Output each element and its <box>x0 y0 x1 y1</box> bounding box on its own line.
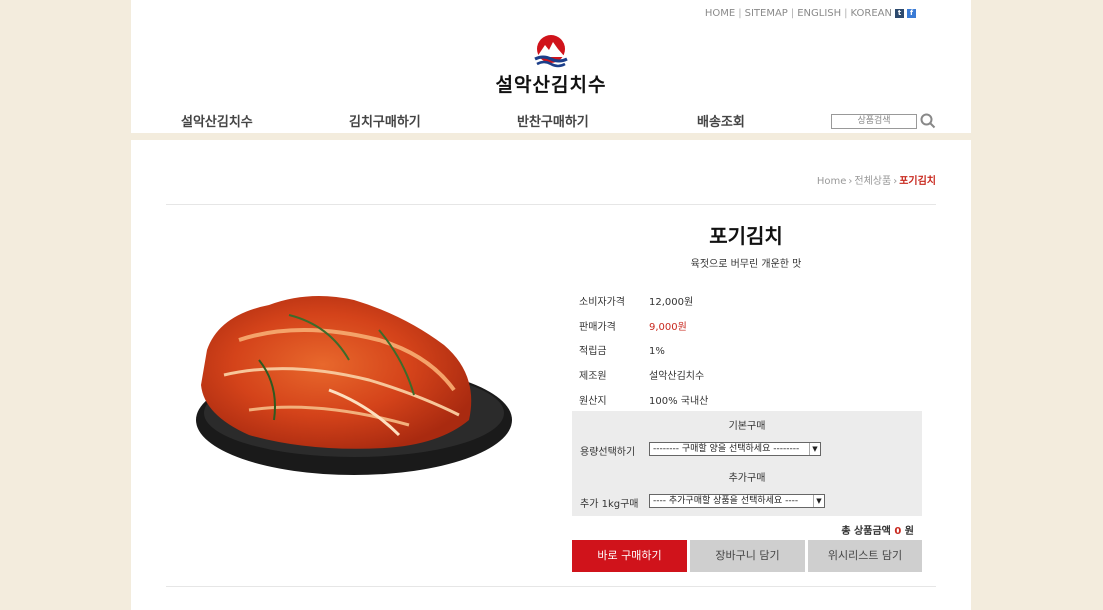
logo-mountain-icon <box>534 35 568 68</box>
nav-item-brand[interactable]: 설악산김치수 <box>181 111 253 130</box>
quantity-select-value: -------- 구매할 양을 선택하세요 -------- <box>653 444 800 454</box>
logo-text: 설악산김치수 <box>495 74 607 96</box>
points-row: 적립금 1% <box>579 342 665 357</box>
divider <box>166 586 936 587</box>
breadcrumb-category[interactable]: 전체상품 <box>854 176 891 187</box>
extra-purchase-label: 추가 1kg구매 <box>580 499 639 510</box>
total-unit: 원 <box>904 526 914 537</box>
row-value: 12,000원 <box>649 297 694 308</box>
chevron-down-icon: ▼ <box>813 495 824 507</box>
sitemap-link[interactable]: SITEMAP <box>745 8 788 19</box>
logo[interactable]: 설악산김치수 <box>491 33 611 96</box>
extra-purchase-heading: 추가구매 <box>728 473 766 484</box>
row-value: 1% <box>649 346 665 357</box>
divider <box>166 204 936 205</box>
row-label: 소비자가격 <box>579 297 625 308</box>
row-label: 원산지 <box>579 396 607 407</box>
nav-item-sidedish[interactable]: 반찬구매하기 <box>517 111 589 130</box>
search-input[interactable]: 상품검색 <box>831 114 917 129</box>
home-link[interactable]: HOME <box>705 8 735 19</box>
row-value: 설악산김치수 <box>649 371 705 382</box>
facebook-icon[interactable]: f <box>907 9 916 18</box>
product-title: 포기김치 <box>709 224 783 248</box>
row-label: 적립금 <box>579 346 607 357</box>
product-image <box>179 220 524 525</box>
korean-link[interactable]: KOREAN <box>851 8 892 19</box>
search-icon[interactable] <box>920 113 936 129</box>
top-links: HOME | SITEMAP | ENGLISH | KOREAN t f <box>705 8 916 19</box>
row-label: 판매가격 <box>579 322 616 333</box>
breadcrumb-current: 포기김치 <box>899 176 936 187</box>
english-link[interactable]: ENGLISH <box>797 8 841 19</box>
total-value: 0 <box>894 526 902 537</box>
row-value: 9,000원 <box>649 322 687 333</box>
page: HOME | SITEMAP | ENGLISH | KOREAN t f 설악산김치… <box>131 0 971 610</box>
basic-purchase-label: 용량선택하기 <box>580 447 636 458</box>
sale-price-row: 판매가격 9,000원 <box>579 318 687 333</box>
row-value: 100% 국내산 <box>649 396 709 407</box>
chevron-down-icon: ▼ <box>809 443 820 455</box>
quantity-select[interactable]: -------- 구매할 양을 선택하세요 -------- ▼ <box>649 442 821 456</box>
buy-now-button[interactable]: 바로 구매하기 <box>572 540 687 572</box>
nav-divider <box>131 133 971 140</box>
product-subtitle: 육젓으로 버무린 개운한 맛 <box>690 259 802 270</box>
tistory-icon[interactable]: t <box>895 9 904 18</box>
price-row: 소비자가격 12,000원 <box>579 293 693 308</box>
chevron-right-icon: › <box>893 176 898 187</box>
extra-select-value: ---- 추가구매할 상품을 선택하세요 ---- <box>653 496 799 506</box>
breadcrumb: Home › 전체상품 › 포기김치 <box>817 172 936 187</box>
basic-purchase-heading: 기본구매 <box>728 421 766 432</box>
add-to-wishlist-button[interactable]: 위시리스트 담기 <box>808 540 922 572</box>
nav-item-delivery[interactable]: 배송조회 <box>697 111 745 130</box>
purchase-options: 기본구매 용량선택하기 -------- 구매할 양을 선택하세요 ------… <box>572 411 922 516</box>
manufacturer-row: 제조원 설악산김치수 <box>579 367 704 382</box>
row-label: 제조원 <box>579 371 607 382</box>
nav-item-kimchi[interactable]: 김치구매하기 <box>349 111 421 130</box>
total-amount: 총 상품금액 0 원 <box>841 522 914 537</box>
breadcrumb-home[interactable]: Home <box>817 176 847 187</box>
origin-row: 원산지 100% 국내산 <box>579 392 708 407</box>
extra-select[interactable]: ---- 추가구매할 상품을 선택하세요 ---- ▼ <box>649 494 825 508</box>
chevron-right-icon: › <box>848 176 853 187</box>
total-label: 총 상품금액 <box>841 526 891 537</box>
add-to-cart-button[interactable]: 장바구니 담기 <box>690 540 805 572</box>
